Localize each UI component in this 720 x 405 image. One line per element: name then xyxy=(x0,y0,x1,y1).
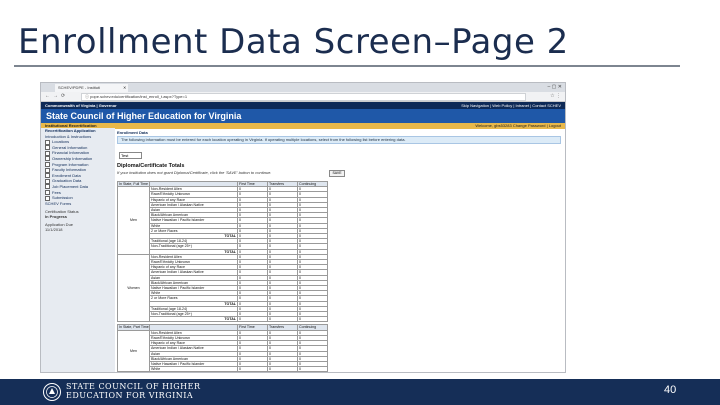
group-label: Women xyxy=(117,253,150,323)
main-content: Enrollment Data The following informatio… xyxy=(117,130,563,372)
screenshot-frame: SCHEV/PDPE - Instituti ✕ – ▢ ✕ ←→⟳ ⓘ pop… xyxy=(40,82,566,373)
sidebar: Recertification Application Introduction … xyxy=(41,128,115,372)
tab-close-icon[interactable]: ✕ xyxy=(123,84,126,92)
page-number: 40 xyxy=(664,384,677,396)
footer-org-line1: STATE COUNCIL OF HIGHER xyxy=(66,382,201,391)
group-label: Men xyxy=(117,186,150,255)
column-header: In State, Part Time xyxy=(117,324,150,331)
count-input: 0 xyxy=(237,316,268,323)
count-input[interactable]: 0 xyxy=(237,366,268,372)
tab-label: SCHEV/PDPE - Instituti xyxy=(58,85,101,90)
browser-tab[interactable]: SCHEV/PDPE - Instituti ✕ xyxy=(55,84,128,92)
count-input[interactable]: 0 xyxy=(267,366,298,372)
footer-org-line2: EDUCATION FOR VIRGINIA xyxy=(66,391,194,400)
save-button[interactable]: SAVE xyxy=(329,170,345,177)
part-time-table: In State, Part Time First Time Transfers Co… xyxy=(117,324,328,372)
table-row: White 0 0 0 xyxy=(118,366,328,372)
footer-org: STATE COUNCIL OF HIGHER EDUCATION FOR VI… xyxy=(66,382,201,400)
column-header: In State, Full Time xyxy=(117,180,150,188)
browser-urlbar: ←→⟳ ⓘ pope.schev.edu/certification/inst_… xyxy=(41,92,565,102)
count-input[interactable]: 0 xyxy=(297,366,328,372)
table-row: TOTAL 0 0 0 xyxy=(118,316,328,323)
window-controls-icon[interactable]: – ▢ ✕ xyxy=(548,84,562,90)
status-value: In Progress xyxy=(45,214,68,220)
section-bar: Institutional Recertification Welcome, g… xyxy=(41,123,565,129)
info-message: The following information must be entere… xyxy=(117,136,561,144)
welcome-links[interactable]: Welcome, gbs53283 Change Password | Logo… xyxy=(475,123,561,129)
row-label: White xyxy=(149,366,238,372)
gov-topbar: Commonwealth of Virginia | Governor Skip… xyxy=(41,102,565,109)
cert-status: Certification Status In Progress Applica… xyxy=(41,209,115,232)
full-time-table: In State, Full Time First Time Transfers Co… xyxy=(117,180,328,323)
sidebar-item[interactable]: SCHEV Forms xyxy=(41,201,115,207)
title-divider xyxy=(14,65,680,67)
browser-nav-icon[interactable]: ←→⟳ xyxy=(45,93,68,99)
utility-links[interactable]: Skip Navigation | Web Policy | Intranet … xyxy=(461,102,561,109)
count-input: 0 xyxy=(267,316,298,323)
group-label: Men xyxy=(117,329,150,372)
browser-menu-icon[interactable]: ☆ ⋮ xyxy=(550,93,561,99)
count-input: 0 xyxy=(297,316,328,323)
gov-links[interactable]: Commonwealth of Virginia | Governor xyxy=(45,102,117,109)
slide-title: Enrollment Data Screen–Page 2 xyxy=(18,22,569,62)
browser-tabbar: SCHEV/PDPE - Instituti ✕ – ▢ ✕ xyxy=(41,83,565,92)
seal-icon xyxy=(43,383,61,401)
location-select[interactable]: Test xyxy=(119,152,142,159)
row-label: TOTAL xyxy=(149,316,238,323)
due-value: 11/1/2018 xyxy=(45,227,63,233)
address-input[interactable]: ⓘ pope.schev.edu/certification/inst_enro… xyxy=(81,93,526,101)
diploma-title: Diploma/Certificate Totals xyxy=(117,163,185,169)
site-banner: State Council of Higher Education for Vi… xyxy=(41,109,565,123)
